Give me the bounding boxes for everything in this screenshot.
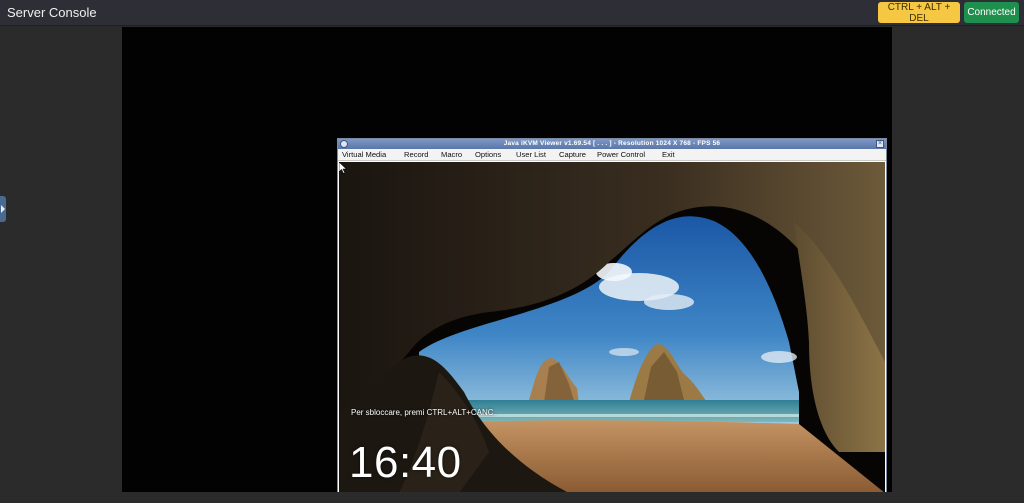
menu-capture[interactable]: Capture: [559, 149, 586, 161]
sidebar-toggle-handle[interactable]: [0, 196, 6, 222]
menu-power-control[interactable]: Power Control: [597, 149, 645, 161]
mouse-cursor-icon: [339, 162, 347, 174]
unlock-hint: Per sbloccare, premi CTRL+ALT+CANC.: [351, 408, 496, 417]
remote-screen[interactable]: Java iKVM Viewer v1.69.54 [ . . . ] - Re…: [122, 27, 892, 492]
lock-screen-clock: 16:40: [349, 438, 462, 487]
menu-macro[interactable]: Macro: [441, 149, 462, 161]
kvm-title-bar[interactable]: Java iKVM Viewer v1.69.54 [ . . . ] - Re…: [338, 139, 886, 149]
menu-user-list[interactable]: User List: [516, 149, 546, 161]
page-title: Server Console: [7, 5, 97, 20]
menu-record[interactable]: Record: [404, 149, 428, 161]
top-bar: Server Console CTRL + ALT + DEL Connecte…: [0, 0, 1024, 26]
kvm-viewer-window[interactable]: Java iKVM Viewer v1.69.54 [ . . . ] - Re…: [337, 138, 887, 492]
ctrl-alt-del-button[interactable]: CTRL + ALT + DEL: [878, 2, 960, 24]
menu-virtual-media[interactable]: Virtual Media: [342, 149, 386, 161]
chevron-right-icon: [1, 205, 5, 213]
kvm-menu-bar: Virtual Media Record Macro Options User …: [338, 149, 886, 161]
lock-screen-background[interactable]: Per sbloccare, premi CTRL+ALT+CANC. 16:4…: [339, 162, 885, 492]
menu-options[interactable]: Options: [475, 149, 501, 161]
connection-status-button[interactable]: Connected: [964, 2, 1019, 23]
kvm-window-title: Java iKVM Viewer v1.69.54 [ . . . ] - Re…: [503, 140, 721, 147]
close-icon[interactable]: ×: [876, 140, 884, 148]
menu-exit[interactable]: Exit: [662, 149, 675, 161]
